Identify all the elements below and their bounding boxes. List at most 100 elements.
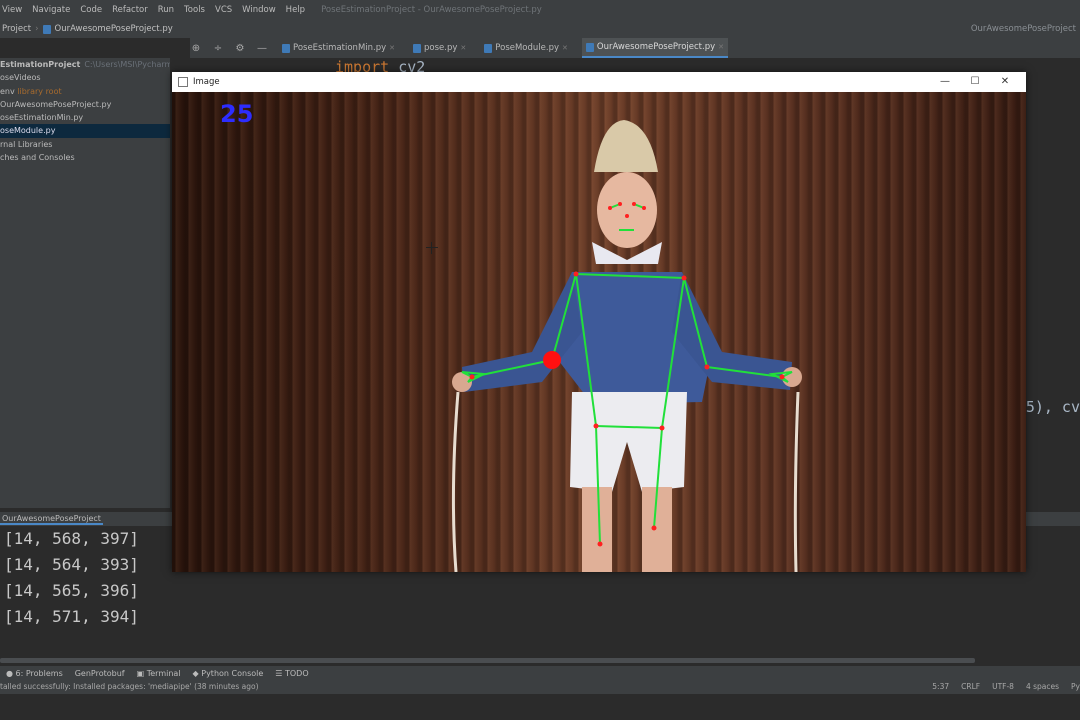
tab-pose-estimation-min[interactable]: PoseEstimationMin.py ✕ xyxy=(278,38,399,58)
python-file-icon xyxy=(484,43,493,53)
terminal-icon: ▣ xyxy=(136,668,145,678)
tree-item-label: oseVideos xyxy=(0,73,41,83)
child-head xyxy=(597,172,657,248)
menu-run[interactable]: Run xyxy=(158,5,174,15)
child-right-hand xyxy=(782,367,802,387)
tree-item-our-awesome[interactable]: OurAwesomePoseProject.py xyxy=(0,98,170,111)
toolwindow-label: Python Console xyxy=(201,668,264,678)
tree-item-label: env xyxy=(0,86,15,96)
file-encoding[interactable]: UTF-8 xyxy=(992,680,1014,694)
run-tab[interactable]: OurAwesomePoseProject xyxy=(0,514,103,525)
image-window-titlebar[interactable]: Image — ☐ ✕ xyxy=(172,72,1026,92)
run-config-selector[interactable]: OurAwesomePoseProject xyxy=(971,24,1076,34)
tracked-landmark-marker xyxy=(543,351,561,369)
tree-item-label: rnal Libraries xyxy=(0,139,53,149)
todo-icon: ☰ xyxy=(275,668,283,678)
tab-label: OurAwesomePoseProject.py xyxy=(596,42,716,52)
tree-item-pose-module[interactable]: oseModule.py xyxy=(0,124,170,138)
child-hair xyxy=(594,120,658,172)
editor-tab-bar: ⊕ ÷ ⚙ — PoseEstimationMin.py ✕ pose.py ✕… xyxy=(190,38,1080,58)
close-icon[interactable]: ✕ xyxy=(562,44,568,52)
console-line: [14, 571, 394] xyxy=(4,607,139,626)
toolwindow-label: Terminal xyxy=(146,668,181,678)
toolwindow-label: GenProtobuf xyxy=(74,668,125,678)
tree-item-estimation-min[interactable]: oseEstimationMin.py xyxy=(0,111,170,124)
menu-tools[interactable]: Tools xyxy=(184,5,205,15)
interpreter[interactable]: Py xyxy=(1071,680,1080,694)
menu-window[interactable]: Window xyxy=(242,5,276,15)
caret-position[interactable]: 5:37 xyxy=(932,680,949,694)
locate-icon[interactable]: ⊕ xyxy=(190,43,202,54)
tree-item-env[interactable]: env library root xyxy=(0,85,170,98)
project-root[interactable]: EstimationProjectC:\Users\MSI\PycharmPro… xyxy=(0,58,170,71)
breadcrumb-separator-icon: › xyxy=(35,24,39,34)
tree-item-label: oseEstimationMin.py xyxy=(0,113,84,123)
tree-item-external-libraries[interactable]: rnal Libraries xyxy=(0,138,170,151)
tab-label: pose.py xyxy=(424,43,458,53)
code-fragment: 5), cv xyxy=(1025,398,1080,416)
tab-pose[interactable]: pose.py ✕ xyxy=(409,38,470,58)
python-file-icon xyxy=(282,43,290,53)
video-frame: 25 xyxy=(172,92,1026,572)
menu-view[interactable]: View xyxy=(2,5,22,15)
maximize-button[interactable]: ☐ xyxy=(960,72,990,92)
gear-icon[interactable]: ⚙ xyxy=(234,43,246,54)
python-file-icon xyxy=(585,42,594,52)
menu-code[interactable]: Code xyxy=(80,5,102,15)
tree-item-videos[interactable]: oseVideos xyxy=(0,71,170,84)
tree-item-label: OurAwesomePoseProject.py xyxy=(0,99,112,109)
tab-label: PoseModule.py xyxy=(495,43,560,53)
breadcrumb-current-file[interactable]: OurAwesomePoseProject.py xyxy=(55,24,173,34)
project-root-name: EstimationProject xyxy=(0,60,81,69)
pose-scene xyxy=(451,120,802,572)
tree-item-note: library root xyxy=(17,86,62,96)
line-separator[interactable]: CRLF xyxy=(961,680,980,694)
python-file-icon xyxy=(413,43,422,53)
menu-refactor[interactable]: Refactor xyxy=(112,5,148,15)
status-message[interactable]: talled successfully: Installed packages:… xyxy=(0,682,259,691)
jump-rope-right xyxy=(793,391,800,572)
terminal-button[interactable]: ▣ Terminal xyxy=(137,669,181,678)
indent-setting[interactable]: 4 spaces xyxy=(1026,680,1059,694)
hide-icon[interactable]: — xyxy=(256,43,268,54)
tree-item-scratches[interactable]: ches and Consoles xyxy=(0,151,170,164)
python-file-icon xyxy=(42,24,51,34)
image-window[interactable]: Image — ☐ ✕ 25 xyxy=(172,72,1026,572)
fps-counter: 25 xyxy=(220,100,254,128)
todo-button[interactable]: ☰ TODO xyxy=(275,669,308,678)
python-icon: ◆ xyxy=(192,668,199,678)
child-left-leg xyxy=(582,487,612,572)
tab-pose-module[interactable]: PoseModule.py ✕ xyxy=(480,38,572,58)
window-title: PoseEstimationProject - OurAwesomePosePr… xyxy=(321,5,542,15)
console-line: [14, 565, 396] xyxy=(4,581,139,600)
toolwindow-label: 6: Problems xyxy=(15,668,63,678)
navigation-bar: Project › OurAwesomePoseProject.py OurAw… xyxy=(0,20,1080,38)
close-icon[interactable]: ✕ xyxy=(718,43,724,51)
python-console-button[interactable]: ◆ Python Console xyxy=(193,669,264,678)
child-shorts xyxy=(570,392,687,492)
crosshair-cursor-icon xyxy=(426,242,438,254)
window-app-icon xyxy=(178,77,188,87)
project-root-path: C:\Users\MSI\PycharmProjects\PoseEstimat… xyxy=(84,60,170,69)
tab-label: PoseEstimationMin.py xyxy=(293,43,387,53)
genprotobuf-button[interactable]: GenProtobuf xyxy=(75,669,125,678)
problems-button[interactable]: ● 6: Problems xyxy=(6,669,63,678)
menu-vcs[interactable]: VCS xyxy=(215,5,232,15)
collapse-icon[interactable]: ÷ xyxy=(212,43,224,54)
problems-icon: ● xyxy=(6,668,13,678)
tree-item-label: oseModule.py xyxy=(0,126,56,136)
tool-window-strip: ● 6: Problems GenProtobuf ▣ Terminal ◆ P… xyxy=(0,666,1080,680)
menu-navigate[interactable]: Navigate xyxy=(32,5,70,15)
close-button[interactable]: ✕ xyxy=(990,72,1020,92)
menu-help[interactable]: Help xyxy=(286,5,305,15)
bottom-strip xyxy=(0,694,1080,720)
project-label[interactable]: Project xyxy=(2,24,31,34)
jump-rope-left xyxy=(451,391,460,572)
tab-our-awesome-pose-project[interactable]: OurAwesomePoseProject.py ✕ xyxy=(581,38,729,58)
project-tool-window: EstimationProjectC:\Users\MSI\PycharmPro… xyxy=(0,58,170,508)
toolwindow-label: TODO xyxy=(285,668,309,678)
minimize-button[interactable]: — xyxy=(930,72,960,92)
close-icon[interactable]: ✕ xyxy=(389,44,395,52)
close-icon[interactable]: ✕ xyxy=(460,44,466,52)
horizontal-scrollbar[interactable] xyxy=(0,658,975,663)
